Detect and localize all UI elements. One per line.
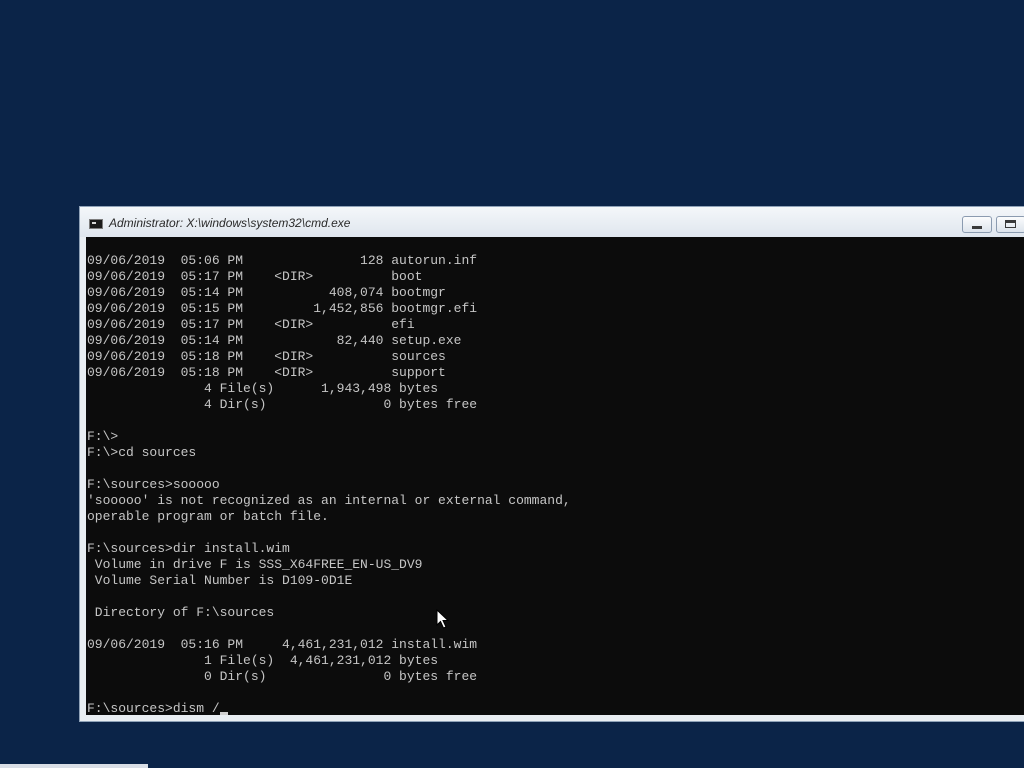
minimize-icon	[972, 226, 982, 229]
console-line: F:\sources>dir install.wim	[87, 541, 290, 556]
command-prompt: F:\sources>	[87, 701, 173, 715]
console-line: 09/06/2019 05:17 PM <DIR> efi	[87, 317, 415, 332]
console-line: 09/06/2019 05:18 PM <DIR> support	[87, 365, 446, 380]
console-line: operable program or batch file.	[87, 509, 329, 524]
console-text: 09/06/2019 05:06 PM 128 autorun.inf 09/06…	[87, 253, 571, 715]
console-line: 1 File(s) 4,461,231,012 bytes	[87, 653, 439, 668]
console-line: Directory of F:\sources	[87, 605, 275, 620]
console-prompt-line[interactable]: F:\sources>dism /	[87, 701, 571, 715]
console-line: 4 Dir(s) 0 bytes free	[87, 397, 478, 412]
minimize-button[interactable]	[962, 216, 992, 233]
console-line: F:\sources>sooooo	[87, 477, 220, 492]
window-titlebar[interactable]: Administrator: X:\windows\system32\cmd.e…	[80, 207, 1024, 237]
text-cursor	[219, 712, 228, 715]
console-line: F:\>cd sources	[87, 445, 197, 460]
console-line: 4 File(s) 1,943,498 bytes	[87, 381, 439, 396]
console-line: Volume in drive F is SSS_X64FREE_EN-US_D…	[87, 557, 423, 572]
taskbar-edge	[0, 764, 148, 768]
console-line: 09/06/2019 05:16 PM 4,461,231,012 instal…	[87, 637, 478, 652]
console-line: 09/06/2019 05:14 PM 408,074 bootmgr	[87, 285, 446, 300]
maximize-button[interactable]	[996, 216, 1024, 233]
cmd-window[interactable]: Administrator: X:\windows\system32\cmd.e…	[79, 206, 1024, 722]
console-line: 'sooooo' is not recognized as an interna…	[87, 493, 571, 508]
console-line: F:\>	[87, 429, 119, 444]
console-line: 09/06/2019 05:18 PM <DIR> sources	[87, 349, 446, 364]
console-line: Volume Serial Number is D109-0D1E	[87, 573, 353, 588]
console-line: 09/06/2019 05:15 PM 1,452,856 bootmgr.ef…	[87, 301, 478, 316]
console-output-area[interactable]: 09/06/2019 05:06 PM 128 autorun.inf 09/06…	[86, 237, 1024, 715]
cmd-app-icon[interactable]	[89, 219, 103, 229]
console-line: 09/06/2019 05:17 PM <DIR> boot	[87, 269, 423, 284]
console-line: 09/06/2019 05:06 PM 128 autorun.inf	[87, 253, 478, 268]
maximize-icon	[1005, 220, 1016, 228]
command-input[interactable]: dism /	[173, 701, 220, 715]
console-line: 0 Dir(s) 0 bytes free	[87, 669, 478, 684]
console-line: 09/06/2019 05:14 PM 82,440 setup.exe	[87, 333, 462, 348]
window-title: Administrator: X:\windows\system32\cmd.e…	[109, 216, 351, 230]
mouse-pointer-icon	[436, 609, 450, 629]
